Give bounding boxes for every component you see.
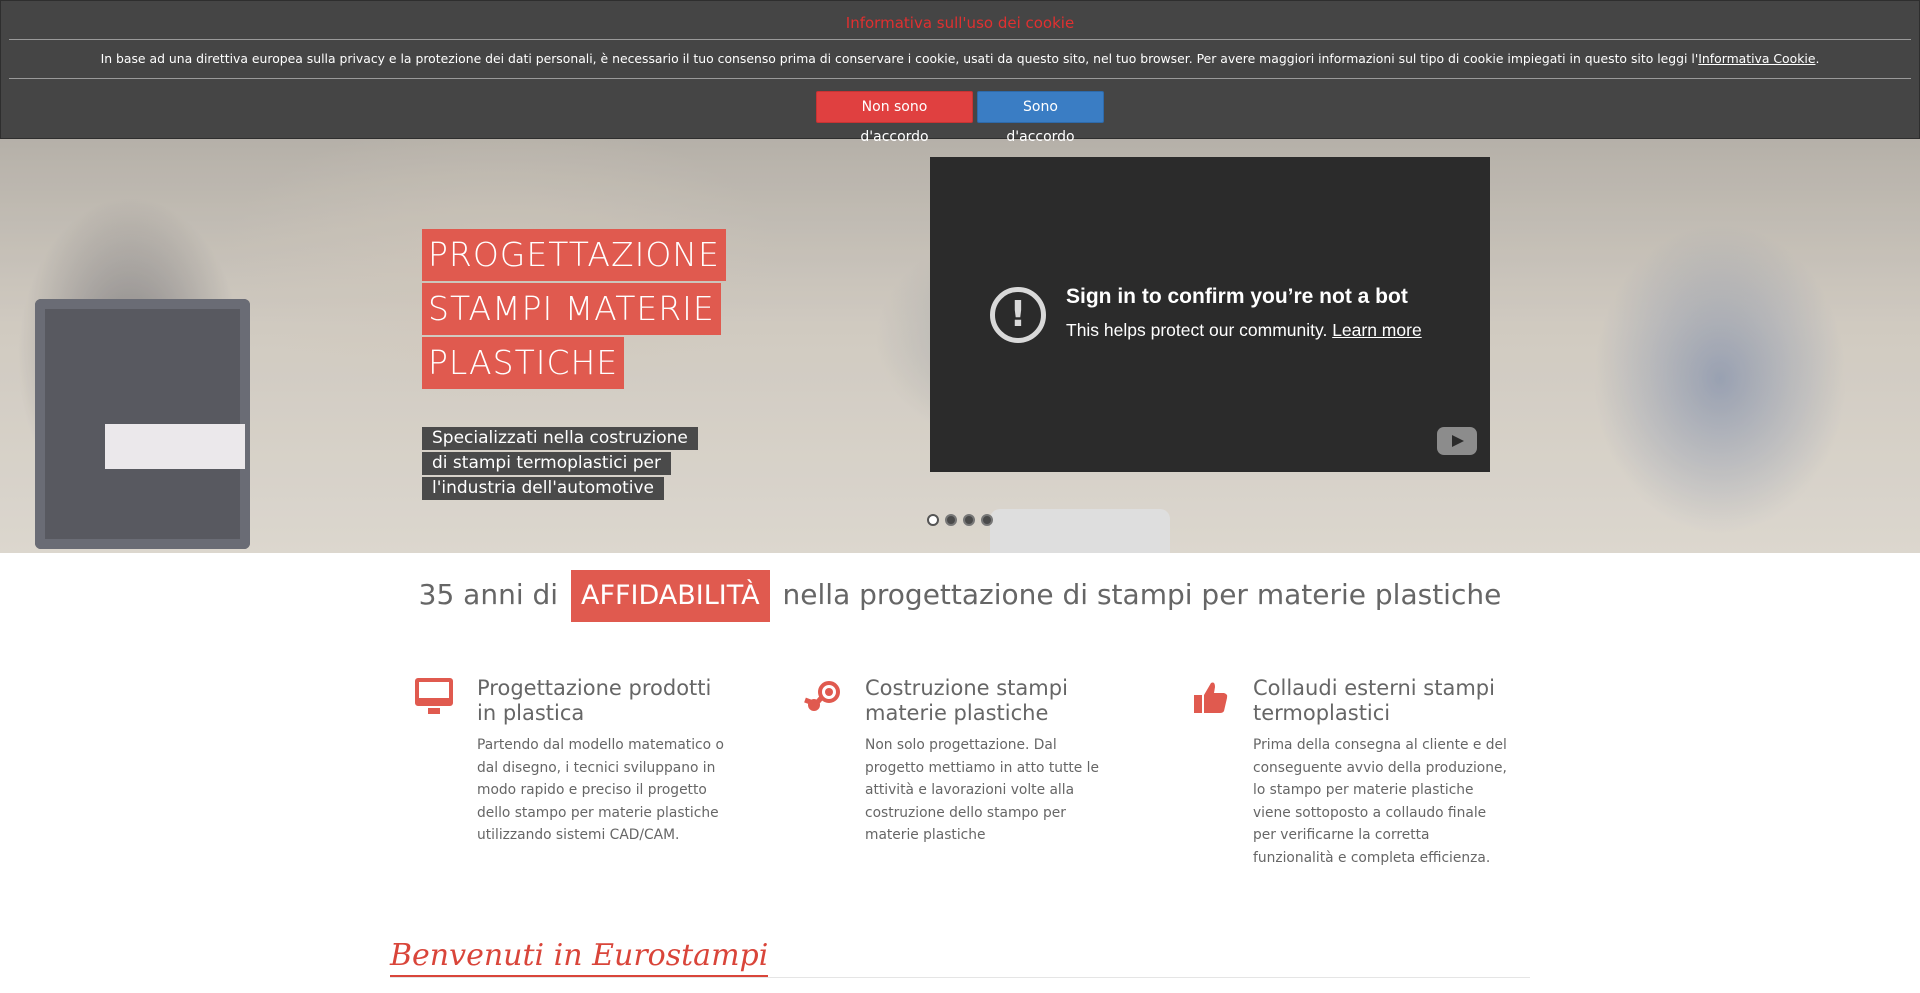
steam-icon: [803, 678, 843, 718]
feature-title: Costruzione stampi materie plastiche: [865, 676, 1068, 725]
decline-cookies-button[interactable]: Non sono d'accordo: [816, 91, 973, 145]
slider-dot[interactable]: [981, 514, 993, 526]
welcome-heading: Benvenuti in Eurostampi: [390, 937, 769, 977]
slider-dot[interactable]: [945, 514, 957, 526]
slider-dot[interactable]: [927, 514, 939, 526]
video-message-text: This helps protect our community.: [1066, 320, 1328, 340]
hero-subtitle-line: Specializzati nella costruzione: [422, 427, 698, 450]
divider: [9, 39, 1911, 40]
hero-subtitle: Specializzati nella costruzione di stamp…: [422, 427, 698, 502]
thumbs-up-icon: [1191, 678, 1231, 718]
video-message: This helps protect our community. Learn …: [1066, 320, 1422, 341]
tagline-before: 35 anni di: [418, 578, 559, 611]
divider: [390, 977, 1530, 978]
feature-description: Partendo dal modello matematico o dal di…: [477, 737, 724, 843]
embedded-video[interactable]: ! Sign in to confirm you’re not a bot Th…: [930, 157, 1490, 472]
youtube-play-icon[interactable]: [1437, 427, 1477, 455]
cookie-policy-link[interactable]: Informativa Cookie: [1698, 51, 1815, 66]
slider-dot[interactable]: [963, 514, 975, 526]
feature-description: Prima della consegna al cliente e del co…: [1253, 737, 1507, 866]
accept-cookies-button[interactable]: Sono d'accordo: [977, 91, 1104, 145]
feature-title: Collaudi esterni stampi termoplastici: [1253, 676, 1495, 725]
divider: [9, 78, 1911, 79]
tagline: 35 anni di Affidabilità nella progettazi…: [0, 570, 1920, 622]
tagline-after: nella progettazione di stampi per materi…: [782, 578, 1502, 611]
monitor-icon: [415, 678, 453, 714]
feature-description: Non solo progettazione. Dal progetto met…: [865, 737, 1099, 843]
hero-title-line: stampi materie: [422, 283, 721, 335]
cookie-text: In base ad una direttiva europea sulla p…: [1, 51, 1919, 66]
cookie-buttons: Non sono d'accordo Sono d'accordo: [1, 91, 1919, 145]
cookie-text-end: .: [1815, 51, 1820, 66]
feature-title: Progettazione prodotti in plastica: [477, 676, 712, 725]
hero-title: Progettazione stampi materie plastiche: [422, 229, 726, 391]
hero-title-line: Progettazione: [422, 229, 726, 281]
learn-more-link[interactable]: Learn more: [1332, 320, 1422, 340]
tagline-highlight: Affidabilità: [570, 570, 770, 622]
slider-pagination: [927, 514, 999, 526]
exclamation-circle-icon: !: [990, 287, 1046, 343]
hero-title-line: plastiche: [422, 337, 625, 389]
cookie-title: Informativa sull'uso dei cookie: [845, 14, 1075, 32]
hero-subtitle-line: l'industria dell'automotive: [422, 477, 665, 500]
video-heading: Sign in to confirm you’re not a bot: [1066, 285, 1408, 308]
hero-subtitle-line: di stampi termoplastici per: [422, 452, 672, 475]
cookie-text-body: In base ad una direttiva europea sulla p…: [100, 51, 1699, 66]
cookie-banner: Informativa sull'uso dei cookie In base …: [0, 0, 1920, 145]
